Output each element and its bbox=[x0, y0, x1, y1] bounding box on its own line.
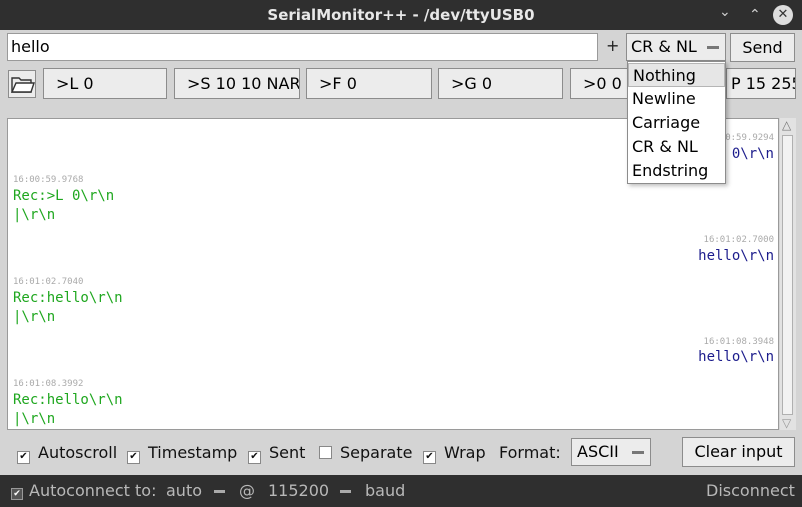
menu-item-carriage[interactable]: Carriage bbox=[628, 111, 725, 135]
clear-input-button[interactable]: Clear input bbox=[682, 437, 795, 467]
command-button-1[interactable]: >L 0 bbox=[43, 68, 167, 99]
dropdown-arrow-icon bbox=[632, 451, 644, 454]
send-input[interactable]: hello bbox=[7, 33, 598, 61]
autoscroll-checkbox[interactable]: ✔ Autoscroll bbox=[17, 444, 117, 464]
append-label: + bbox=[606, 36, 620, 55]
scrollbar-thumb[interactable] bbox=[782, 135, 793, 415]
checkbox-checked-icon: ✔ bbox=[127, 451, 140, 464]
checkbox-checked-icon: ✔ bbox=[17, 451, 30, 464]
received-line: |\r\n bbox=[13, 207, 56, 223]
maximize-icon[interactable]: ⌃ bbox=[749, 6, 761, 24]
baud-label: baud bbox=[365, 481, 406, 500]
timestamp: 16:01:02.7000 bbox=[703, 235, 774, 245]
send-button[interactable]: Send bbox=[730, 33, 795, 62]
title-bar: SerialMonitor++ - /dev/ttyUSB0 ⌄ ⌃ ✕ bbox=[0, 0, 802, 30]
received-line: |\r\n bbox=[13, 309, 56, 325]
minimize-icon[interactable]: ⌄ bbox=[719, 3, 731, 21]
checkbox-checked-icon: ✔ bbox=[11, 488, 23, 500]
timestamp-checkbox[interactable]: ✔ Timestamp bbox=[127, 444, 237, 464]
format-label: Format: bbox=[499, 443, 561, 462]
baud-select[interactable]: 115200 bbox=[268, 482, 329, 500]
menu-item-nothing[interactable]: Nothing bbox=[628, 63, 725, 87]
dropdown-arrow-icon bbox=[340, 490, 351, 493]
scroll-up-icon[interactable]: △ bbox=[782, 118, 791, 132]
received-line: |\r\n bbox=[13, 411, 56, 427]
line-ending-value: CR & NL bbox=[631, 37, 697, 56]
command-button-6[interactable]: P 15 255 bbox=[726, 68, 796, 99]
received-line: Rec:hello\r\n bbox=[13, 392, 123, 408]
format-value: ASCII bbox=[577, 442, 619, 461]
dropdown-arrow-icon bbox=[707, 46, 719, 49]
disconnect-button[interactable]: Disconnect bbox=[706, 482, 795, 500]
menu-item-cr-nl[interactable]: CR & NL bbox=[628, 135, 725, 159]
close-icon[interactable]: ✕ bbox=[773, 5, 793, 25]
folder-icon bbox=[10, 77, 35, 93]
timestamp: 16:00:59.9768 bbox=[13, 175, 84, 185]
sent-line: hello\r\n bbox=[698, 349, 774, 365]
received-line: Rec:>L 0\r\n bbox=[13, 188, 115, 204]
timestamp: 16:01:08.3992 bbox=[13, 379, 84, 389]
autoconnect-checkbox[interactable]: ✔ Autoconnect to: bbox=[11, 482, 156, 500]
received-line: Rec:hello\r\n bbox=[13, 290, 123, 306]
sent-line: 0\r\n bbox=[731, 146, 774, 162]
port-select[interactable]: auto bbox=[166, 482, 202, 500]
command-button-3[interactable]: >F 0 bbox=[306, 68, 432, 99]
open-file-button[interactable] bbox=[8, 70, 36, 98]
sent-line: hello\r\n bbox=[698, 248, 774, 264]
wrap-checkbox[interactable]: ✔ Wrap bbox=[423, 444, 486, 464]
at-label: @ bbox=[239, 481, 255, 500]
sent-checkbox[interactable]: ✔ Sent bbox=[248, 444, 305, 464]
checkbox-checked-icon: ✔ bbox=[423, 451, 436, 464]
dropdown-arrow-icon bbox=[214, 490, 225, 493]
checkbox-unchecked-icon bbox=[319, 446, 332, 459]
vertical-scrollbar[interactable]: △ ▽ bbox=[780, 118, 796, 430]
window-title: SerialMonitor++ - /dev/ttyUSB0 bbox=[267, 6, 535, 24]
line-ending-select[interactable]: CR & NL bbox=[626, 33, 726, 61]
command-button-5[interactable]: >0 0 bbox=[570, 68, 630, 99]
separate-checkbox[interactable]: Separate bbox=[319, 444, 412, 462]
menu-item-endstring[interactable]: Endstring bbox=[628, 159, 725, 183]
line-ending-menu: Nothing Newline Carriage CR & NL Endstri… bbox=[627, 61, 726, 184]
menu-item-newline[interactable]: Newline bbox=[628, 87, 725, 111]
format-select[interactable]: ASCII bbox=[571, 438, 651, 466]
timestamp: 16:01:02.7040 bbox=[13, 277, 84, 287]
checkbox-checked-icon: ✔ bbox=[248, 451, 261, 464]
command-button-4[interactable]: >G 0 bbox=[438, 68, 563, 99]
status-bar: ✔ Autoconnect to: auto @ 115200 baud Disc… bbox=[0, 475, 802, 507]
timestamp: 16:01:08.3948 bbox=[703, 337, 774, 347]
scroll-down-icon[interactable]: ▽ bbox=[782, 416, 791, 430]
command-button-2[interactable]: >S 10 10 NAR bbox=[174, 68, 300, 99]
